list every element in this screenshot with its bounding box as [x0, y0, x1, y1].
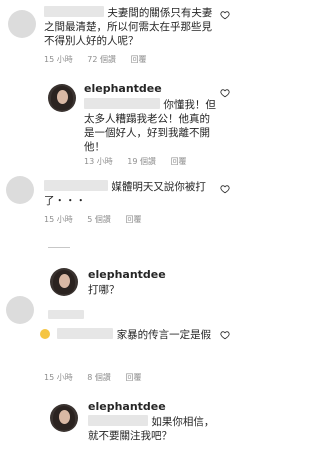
comment-likes[interactable]: 72 個讚: [87, 55, 116, 64]
comment-time: 13 小時: [84, 157, 113, 166]
comment-text: 你懂我！但太多人糟蹋我老公！他真的是一個好人，好到我離不開他！: [84, 98, 216, 153]
username[interactable]: elephantdee: [88, 268, 166, 281]
avatar[interactable]: [6, 296, 34, 324]
comment-text: [48, 308, 84, 322]
comment-text: 如果你相信，就不要關注我吧？: [88, 415, 215, 442]
avatar[interactable]: [48, 84, 76, 112]
username[interactable]: elephantdee: [88, 400, 166, 413]
comment-text: 打哪？: [88, 284, 120, 296]
redacted-username: [48, 310, 84, 319]
avatar[interactable]: [50, 268, 78, 296]
comment-meta: 15 小時 5 個讚 回覆: [44, 214, 153, 225]
comment-author: elephantdee: [88, 268, 228, 282]
comment-6: elephantdee 如果你相信，就不要關注我吧？: [0, 396, 243, 450]
comment-text: 家暴的传言一定是假: [40, 328, 224, 342]
redacted-username: [44, 180, 108, 191]
comment-5: 家暴的传言一定是假 15 小時 8 個讚 回覆: [0, 296, 243, 382]
comment-meta: 13 小時 19 個讚 回覆: [84, 156, 199, 167]
comment-author: elephantdee: [88, 400, 228, 414]
avatar[interactable]: [8, 10, 36, 38]
reply-link[interactable]: 回覆: [131, 55, 147, 64]
emoji: [40, 329, 50, 339]
comment-meta: 15 小時 72 個讚 回覆: [44, 54, 159, 65]
comment-text: 夫妻間的關係只有夫妻之間最清楚，所以何需太在乎那些見不得別人好的人呢？: [44, 6, 213, 47]
comment-3: 媒體明天又說你被打了・・・ 15 小時 5 個讚 回覆: [0, 172, 243, 234]
reply-link[interactable]: 回覆: [171, 157, 187, 166]
username[interactable]: elephantdee: [84, 82, 162, 95]
comment-1: 夫妻間的關係只有夫妻之間最清楚，所以何需太在乎那些見不得別人好的人呢？ 15 小…: [0, 0, 243, 70]
comment-likes[interactable]: 5 個讚: [87, 215, 111, 224]
avatar[interactable]: [6, 176, 34, 204]
redacted-username: [44, 6, 104, 17]
heart-icon[interactable]: [220, 88, 230, 98]
comment-likes[interactable]: 19 個讚: [127, 157, 156, 166]
redacted-mention: [84, 98, 160, 109]
redacted-mention: [88, 415, 148, 426]
comment-author: elephantdee: [84, 82, 224, 96]
view-replies-divider[interactable]: [48, 243, 78, 252]
divider-line: [48, 247, 70, 248]
heart-icon[interactable]: [220, 330, 230, 340]
comment-time: 15 小時: [44, 55, 73, 64]
comment-time: 15 小時: [44, 215, 73, 224]
avatar[interactable]: [50, 404, 78, 432]
comment-likes[interactable]: 8 個讚: [87, 373, 111, 382]
comment-meta: 15 小時 8 個讚 回覆: [44, 372, 153, 383]
heart-icon[interactable]: [220, 10, 230, 20]
comment-2: elephantdee 你懂我！但太多人糟蹋我老公！他真的是一個好人，好到我離不…: [0, 76, 243, 166]
comment-time: 15 小時: [44, 373, 73, 382]
reply-link[interactable]: 回覆: [125, 215, 141, 224]
heart-icon[interactable]: [220, 184, 230, 194]
reply-link[interactable]: 回覆: [125, 373, 141, 382]
redacted-mention: [57, 328, 114, 339]
comment-text: 媒體明天又說你被打了・・・: [44, 180, 206, 207]
